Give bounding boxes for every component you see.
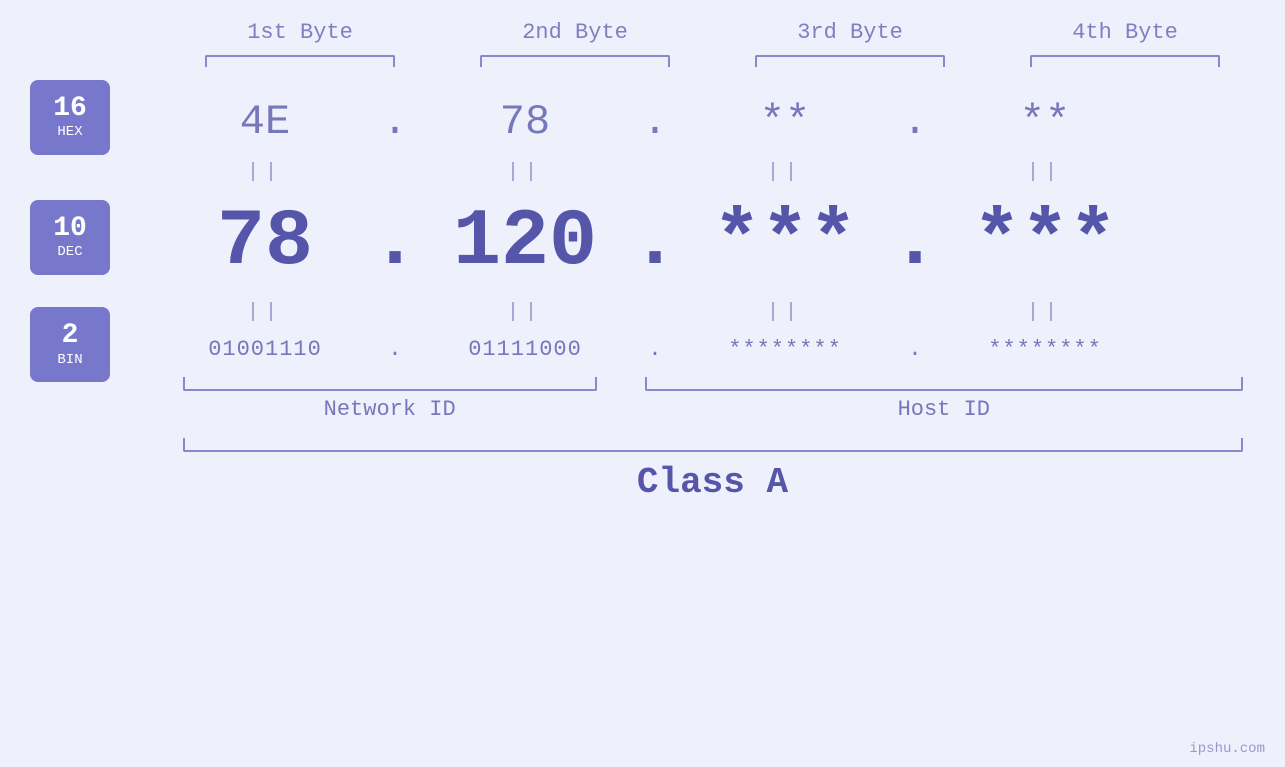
dec-b4: *** <box>940 197 1150 288</box>
bin-badge-label: BIN <box>57 352 82 368</box>
hex-badge-num: 16 <box>53 94 87 125</box>
eq2-b4: || <box>940 301 1150 324</box>
main-container: 1st Byte 2nd Byte 3rd Byte 4th Byte 16 H… <box>0 0 1285 767</box>
network-id-label: Network ID <box>183 397 597 422</box>
dec-row: 78 . 120 . *** . *** <box>140 187 1285 297</box>
bin-dot2: . <box>630 337 680 362</box>
hex-dot2: . <box>630 98 680 146</box>
hex-b3: ** <box>680 98 890 146</box>
hex-badge-slot: 16 HEX <box>30 87 110 157</box>
host-bracket <box>645 377 1242 391</box>
eq1-b2: || <box>420 161 630 184</box>
hex-badge-label: HEX <box>57 124 82 140</box>
dec-dot1: . <box>370 197 420 288</box>
eq2-b1: || <box>160 301 370 324</box>
bracket-b2 <box>480 55 670 67</box>
hex-badge: 16 HEX <box>30 80 110 155</box>
full-bracket-wrap <box>163 438 1263 452</box>
rows-wrapper: 16 HEX 10 DEC 2 BIN <box>0 87 1285 372</box>
bin-dot3: . <box>890 337 940 362</box>
bracket-b1 <box>205 55 395 67</box>
bin-b3: ******** <box>680 337 890 362</box>
network-bracket <box>183 377 597 391</box>
bin-b1: 01001110 <box>160 337 370 362</box>
host-id-label: Host ID <box>645 397 1242 422</box>
byte2-header: 2nd Byte <box>465 20 685 45</box>
byte4-header: 4th Byte <box>1015 20 1235 45</box>
byte-headers: 1st Byte 2nd Byte 3rd Byte 4th Byte <box>163 20 1263 45</box>
watermark: ipshu.com <box>1189 741 1265 757</box>
bottom-brackets <box>163 377 1263 391</box>
eq2-b2: || <box>420 301 630 324</box>
dec-b3: *** <box>680 197 890 288</box>
hex-dot3: . <box>890 98 940 146</box>
values-col: 4E . 78 . ** . ** <box>140 87 1285 372</box>
eq2-b3: || <box>680 301 890 324</box>
bin-badge: 2 BIN <box>30 307 110 382</box>
dec-badge: 10 DEC <box>30 200 110 275</box>
bin-row: 01001110 . 01111000 . ******** . <box>140 327 1285 372</box>
hex-row: 4E . 78 . ** . ** <box>140 87 1285 157</box>
dec-badge-num: 10 <box>53 214 87 245</box>
hex-b4: ** <box>940 98 1150 146</box>
dec-dot3: . <box>890 197 940 288</box>
eq2-row: || || || || <box>140 297 1285 327</box>
hex-dot1: . <box>370 98 420 146</box>
hex-b2: 78 <box>420 98 630 146</box>
dec-badge-label: DEC <box>57 244 82 260</box>
class-label: Class A <box>163 462 1263 503</box>
bin-badge-slot: 2 BIN <box>30 327 110 372</box>
bin-b2: 01111000 <box>420 337 630 362</box>
dec-b2: 120 <box>420 197 630 288</box>
eq1-b3: || <box>680 161 890 184</box>
byte1-header: 1st Byte <box>190 20 410 45</box>
dec-badge-slot: 10 DEC <box>30 187 110 297</box>
id-labels: Network ID Host ID <box>163 391 1263 428</box>
labels-col: 16 HEX 10 DEC 2 BIN <box>0 87 140 372</box>
bracket-b3 <box>755 55 945 67</box>
full-bracket <box>183 438 1243 452</box>
eq1-b1: || <box>160 161 370 184</box>
bracket-b4 <box>1030 55 1220 67</box>
hex-b1: 4E <box>160 98 370 146</box>
dec-b1: 78 <box>160 197 370 288</box>
bin-b4: ******** <box>940 337 1150 362</box>
eq1-b4: || <box>940 161 1150 184</box>
bin-badge-num: 2 <box>62 321 79 352</box>
dec-dot2: . <box>630 197 680 288</box>
top-brackets <box>163 55 1263 67</box>
bin-dot1: . <box>370 337 420 362</box>
byte3-header: 3rd Byte <box>740 20 960 45</box>
eq1-row: || || || || <box>140 157 1285 187</box>
